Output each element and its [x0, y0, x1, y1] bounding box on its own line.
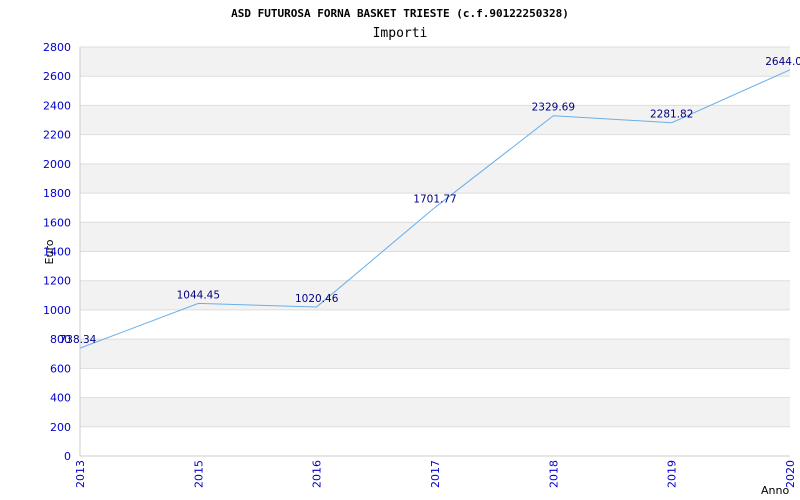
y-tick-label: 1000: [43, 304, 71, 317]
y-tick-label: 2400: [43, 99, 71, 112]
grid-band: [80, 163, 790, 194]
x-tick-label: 2019: [666, 460, 679, 488]
y-tick-label: 1600: [43, 216, 71, 229]
x-tick-label: 2018: [547, 460, 560, 488]
y-tick-label: 2800: [43, 41, 71, 54]
y-tick-label: 400: [50, 392, 71, 405]
data-label: 2329.69: [532, 102, 575, 114]
grid-band: [80, 397, 790, 427]
y-tick-label: 200: [50, 421, 71, 434]
grid-band: [80, 47, 790, 77]
data-label: 1020.46: [295, 293, 339, 305]
grid-band: [80, 339, 790, 369]
grid-band: [80, 222, 790, 252]
background-bands: [80, 47, 790, 427]
y-tick-label: 2200: [43, 129, 71, 142]
x-tick-label: 2015: [192, 460, 205, 488]
y-tick-label: 1800: [43, 187, 71, 200]
y-tick-label: 2600: [43, 70, 71, 83]
data-label: 2281.82: [650, 109, 693, 121]
y-tick-label: 2000: [43, 158, 71, 171]
chart-title: ASD FUTUROSA FORNA BASKET TRIESTE (c.f.9…: [231, 7, 569, 20]
x-tick-labels: 2013 2015 2016 2017 2018 2019 2020: [74, 460, 797, 488]
x-tick-label: 2013: [74, 460, 87, 488]
y-tick-label: 0: [64, 450, 71, 463]
x-tick-label: 2017: [429, 460, 442, 488]
y-axis-label: Euro: [43, 239, 56, 264]
y-tick-label: 1200: [43, 275, 71, 288]
data-label: 1701.77: [413, 193, 456, 205]
chart-subtitle: Importi: [373, 26, 428, 41]
x-tick-label: 2016: [311, 460, 324, 488]
x-axis-label: Anno: [761, 484, 789, 497]
data-label: 1044.45: [177, 289, 220, 301]
line-chart: 0200400600800100012001400160018002000220…: [43, 7, 800, 497]
data-label: 2644.0: [765, 56, 800, 68]
y-tick-label: 600: [50, 362, 71, 375]
data-label: 738.34: [60, 334, 97, 346]
